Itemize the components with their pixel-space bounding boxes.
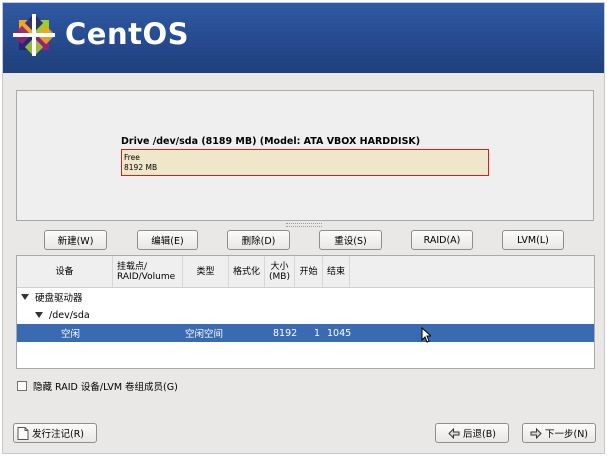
hide-raid-checkbox[interactable] — [17, 381, 27, 391]
expander-down-icon[interactable] — [35, 312, 43, 318]
row-device: 硬盘驱动器 — [35, 293, 83, 304]
free-label: Free — [124, 153, 140, 162]
installer-window: CentOS Drive /dev/sda (8189 MB) (Model: … — [2, 2, 605, 454]
row-start: 1 — [314, 327, 321, 339]
table-row[interactable]: /dev/sda — [17, 306, 594, 324]
table-row-selected[interactable]: 空闲 空闲空间 8192 1 1045 — [17, 324, 594, 342]
table-header: 设备 挂载点/ RAID/Volume 类型 格式化 大小 (MB) 开始 结束 — [17, 256, 594, 288]
delete-button[interactable]: 删除(D) — [227, 230, 290, 250]
header-banner: CentOS — [3, 3, 604, 73]
column-header-size[interactable]: 大小 (MB) — [265, 256, 295, 287]
back-label: 后退(B) — [463, 429, 496, 440]
row-device: /dev/sda — [49, 309, 90, 321]
next-label: 下一步(N) — [544, 429, 589, 440]
back-button[interactable]: 后退(B) — [435, 423, 509, 443]
free-space-block[interactable]: Free 8192 MB — [121, 149, 489, 176]
free-size: 8192 MB — [124, 163, 158, 172]
document-icon — [17, 426, 29, 440]
brand-name: CentOS — [65, 17, 189, 51]
arrow-right-icon — [530, 427, 542, 439]
column-header-mount[interactable]: 挂载点/ RAID/Volume — [113, 256, 183, 287]
lvm-button[interactable]: LVM(L) — [502, 230, 564, 250]
column-header-type[interactable]: 类型 — [183, 256, 229, 287]
table-row[interactable]: 硬盘驱动器 — [17, 288, 594, 306]
mouse-cursor-icon — [421, 327, 431, 343]
release-notes-button[interactable]: 发行注记(R) — [13, 423, 97, 443]
raid-button[interactable]: RAID(A) — [411, 230, 473, 250]
row-end: 1045 — [327, 327, 352, 339]
drive-title: Drive /dev/sda (8189 MB) (Model: ATA VBO… — [121, 136, 421, 147]
new-button[interactable]: 新建(W) — [44, 230, 107, 250]
hide-raid-option[interactable]: 隐藏 RAID 设备/LVM 卷组成员(G) — [17, 379, 178, 393]
row-type: 空闲空间 — [185, 329, 224, 340]
column-header-end[interactable]: 结束 — [323, 256, 350, 287]
row-device: 空闲 — [61, 329, 81, 340]
reset-button[interactable]: 重设(S) — [319, 230, 382, 250]
disk-graph-panel: Drive /dev/sda (8189 MB) (Model: ATA VBO… — [16, 90, 594, 221]
edit-button[interactable]: 编辑(E) — [137, 230, 198, 250]
column-header-start[interactable]: 开始 — [295, 256, 323, 287]
release-notes-label: 发行注记(R) — [32, 429, 85, 440]
centos-logo-icon — [12, 13, 56, 57]
column-header-format[interactable]: 格式化 — [229, 256, 265, 287]
expander-down-icon[interactable] — [21, 294, 29, 300]
row-size: 8192 — [273, 327, 298, 339]
next-button[interactable]: 下一步(N) — [522, 423, 596, 443]
arrow-left-icon — [448, 427, 460, 439]
pane-splitter-handle[interactable] — [286, 223, 322, 227]
hide-raid-label: 隐藏 RAID 设备/LVM 卷组成员(G) — [33, 382, 178, 393]
column-header-device[interactable]: 设备 — [17, 256, 113, 287]
partition-table: 设备 挂载点/ RAID/Volume 类型 格式化 大小 (MB) 开始 结束… — [16, 255, 595, 369]
